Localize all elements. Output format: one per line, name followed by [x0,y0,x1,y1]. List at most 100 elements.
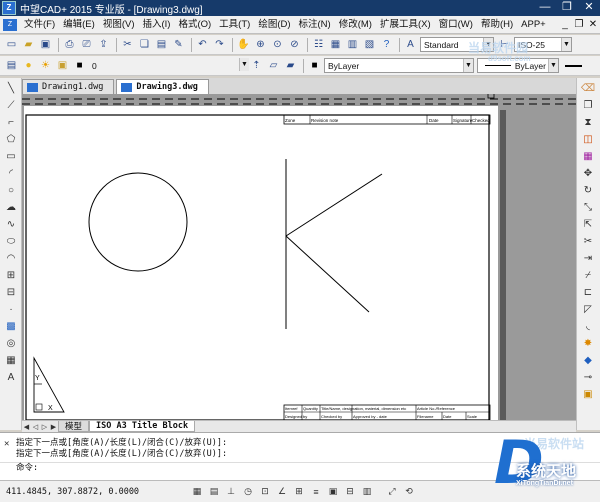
close-icon[interactable]: ✕ [4,439,9,449]
polar-tracking-icon[interactable]: ◷ [241,485,255,499]
table-icon[interactable]: ▦ [2,353,20,367]
last-layout-arrow-icon[interactable]: ▶ [49,423,58,431]
help-icon[interactable]: ? [379,37,394,52]
menu-dimension[interactable]: 标注(N) [295,17,335,33]
layer-select[interactable]: 0 ▼ [89,58,249,73]
menu-tools[interactable]: 工具(T) [215,17,254,33]
lineweight-select[interactable] [562,58,582,73]
make-block-icon[interactable]: ⊟ [2,285,20,299]
stretch-icon[interactable]: ⇱ [579,217,597,231]
undo-icon[interactable]: ↶ [195,37,210,52]
match-properties-icon[interactable]: ✎ [171,37,186,52]
layer-on-bulb-icon[interactable]: ● [21,58,36,73]
first-layout-arrow-icon[interactable]: ◀ [22,423,31,431]
doc-close-button[interactable]: ✕ [586,19,600,30]
mirror-icon[interactable]: ⧗ [579,115,597,129]
line-tool-icon[interactable]: ╲ [2,81,20,95]
doc-tab-drawing3[interactable]: Drawing3.dwg [116,79,209,94]
point-icon[interactable]: · [2,302,20,316]
new-file-icon[interactable]: ▭ [4,37,19,52]
tab-iso-a3-title-block[interactable]: ISO A3 Title Block [89,421,196,432]
restore-button[interactable]: ❐ [556,0,578,16]
polygon-icon[interactable]: ⬠ [2,132,20,146]
command-input[interactable]: 命令: [0,462,600,473]
zoom-previous-icon[interactable]: ⊘ [287,37,302,52]
hatch-icon[interactable]: ▩ [2,319,20,333]
make-current-layer-icon[interactable]: ⇡ [249,58,264,73]
layer-previous-icon[interactable]: ▱ [266,58,281,73]
print-preview-icon[interactable]: ⎚ [79,37,94,52]
chevron-down-icon[interactable]: ▼ [561,38,571,51]
arc-icon[interactable]: ◜ [2,166,20,180]
menu-app-plus[interactable]: APP+ [517,17,550,33]
menu-file[interactable]: 文件(F) [20,17,59,33]
multiline-text-icon[interactable]: A [2,370,20,384]
cut-icon[interactable]: ✂ [120,37,135,52]
chevron-down-icon[interactable]: ▼ [463,59,473,72]
publish-icon[interactable]: ⇪ [96,37,111,52]
trim-icon[interactable]: ✂ [579,234,597,248]
ortho-mode-icon[interactable]: ⊥ [224,485,238,499]
break-icon[interactable]: ⌿ [579,268,597,282]
scale-icon[interactable]: ⤡ [579,200,597,214]
insert-block-icon[interactable]: ⊞ [2,268,20,282]
prev-layout-arrow-icon[interactable]: ◁ [31,423,40,431]
design-center-icon[interactable]: ▦ [328,37,343,52]
doc-minimize-button[interactable]: _ [558,19,572,30]
extend-icon[interactable]: ⇥ [579,251,597,265]
dynamic-input-icon[interactable]: ⊞ [292,485,306,499]
zoom-window-icon[interactable]: ⊙ [270,37,285,52]
calculator-icon[interactable]: ▧ [362,37,377,52]
minimize-button[interactable]: — [534,0,556,16]
lineweight-display-icon[interactable]: ≡ [309,485,323,499]
menu-view[interactable]: 视图(V) [99,17,139,33]
maximize-viewport-icon[interactable]: ⤢ [385,485,399,499]
layer-manager-icon[interactable]: ▤ [4,58,19,73]
save-icon[interactable]: ▣ [38,37,53,52]
rotate-icon[interactable]: ↻ [579,183,597,197]
menu-modify[interactable]: 修改(M) [335,17,376,33]
snap-mode-icon[interactable]: ▦ [190,485,204,499]
menu-help[interactable]: 帮助(H) [477,17,517,33]
join-icon[interactable]: ⊏ [579,285,597,299]
drawing-canvas[interactable]: Zone Revision note Date Signature Checke… [22,94,576,420]
copy-icon[interactable]: ❏ [137,37,152,52]
next-layout-arrow-icon[interactable]: ▷ [40,423,49,431]
grid-display-icon[interactable]: ▤ [207,485,221,499]
tool-palette-icon[interactable]: ▥ [345,37,360,52]
close-button[interactable]: ✕ [578,0,600,16]
doc-tab-drawing1[interactable]: Drawing1.dwg [22,79,115,94]
quick-properties-icon[interactable]: ▣ [326,485,340,499]
redo-icon[interactable]: ↷ [212,37,227,52]
polyline-icon[interactable]: ⌐ [2,115,20,129]
properties-icon[interactable]: ☷ [311,37,326,52]
tab-model[interactable]: 模型 [58,421,90,432]
chamfer-icon[interactable]: ◸ [579,302,597,316]
menu-edit[interactable]: 编辑(E) [59,17,99,33]
revision-cloud-icon[interactable]: ☁ [2,200,20,214]
layer-state-icon[interactable]: ▰ [283,58,298,73]
color-select[interactable]: ByLayer ▼ [324,58,474,73]
menu-extension-tools[interactable]: 扩展工具(X) [376,17,435,33]
model-space-icon[interactable]: ▥ [360,485,374,499]
object-snap-icon[interactable]: ⊡ [258,485,272,499]
pan-hand-icon[interactable]: ✋ [236,37,251,52]
selection-cycling-icon[interactable]: ⊟ [343,485,357,499]
print-icon[interactable]: ⎙ [62,37,77,52]
lengthen-icon[interactable]: ⊸ [579,370,597,384]
open-folder-icon[interactable]: ▰ [21,37,36,52]
offset-icon[interactable]: ◫ [579,132,597,146]
spline-icon[interactable]: ∿ [2,217,20,231]
properties-palette-icon[interactable]: ▣ [579,387,597,401]
menu-draw[interactable]: 绘图(D) [254,17,294,33]
erase-icon[interactable]: ⌫ [579,81,597,95]
chevron-down-icon[interactable]: ▼ [548,59,558,72]
doc-restore-button[interactable]: ❐ [572,19,586,30]
zoom-realtime-icon[interactable]: ⊕ [253,37,268,52]
ellipse-icon[interactable]: ⬭ [2,234,20,248]
object-snap-tracking-icon[interactable]: ∠ [275,485,289,499]
fillet-icon[interactable]: ◟ [579,319,597,333]
menu-window[interactable]: 窗口(W) [435,17,477,33]
construction-line-icon[interactable]: ⟋ [2,98,20,112]
ellipse-arc-icon[interactable]: ◠ [2,251,20,265]
